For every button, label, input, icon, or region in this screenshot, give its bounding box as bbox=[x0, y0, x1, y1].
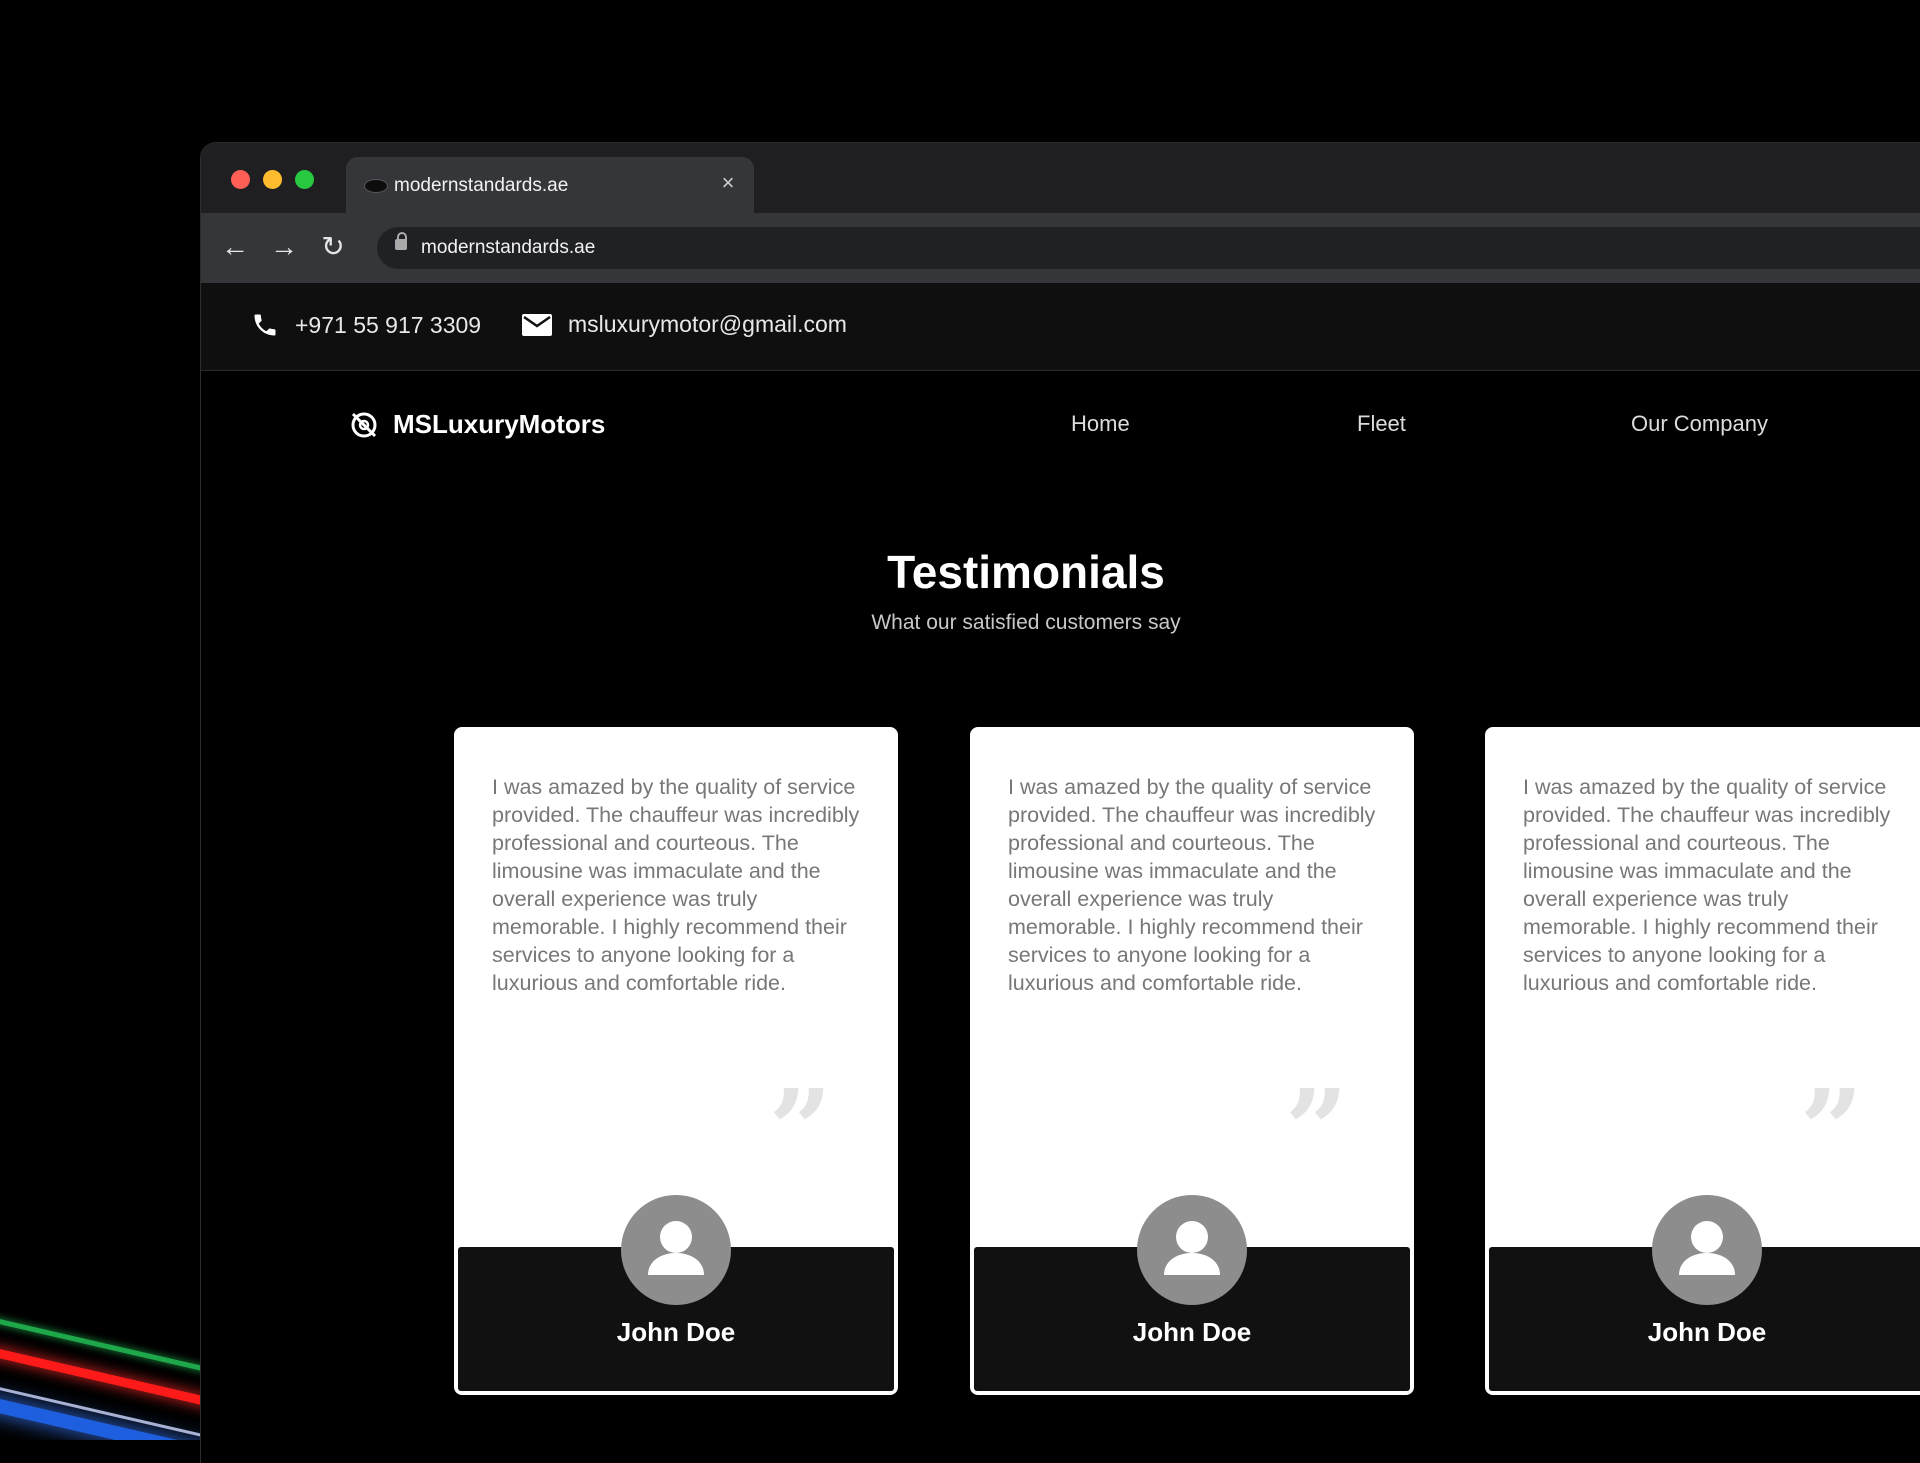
browser-toolbar: ← → ↻ modernstandards.ae bbox=[201, 213, 1920, 283]
quote-mark-icon: ” bbox=[1799, 1065, 1863, 1194]
quote-mark-icon: ” bbox=[768, 1065, 832, 1194]
web-page: +971 55 917 3309 msluxurymotor@gmail.com… bbox=[201, 283, 1920, 1463]
email-address: msluxurymotor@gmail.com bbox=[568, 311, 847, 337]
email-contact[interactable]: msluxurymotor@gmail.com bbox=[522, 311, 847, 338]
testimonial-card: I was amazed by the quality of service p… bbox=[970, 727, 1414, 1395]
user-avatar-icon bbox=[1137, 1195, 1247, 1305]
tab-close-icon[interactable]: × bbox=[716, 170, 740, 196]
testimonial-author: John Doe bbox=[1132, 1317, 1252, 1347]
reload-button[interactable]: ↻ bbox=[315, 229, 351, 265]
browser-tab[interactable]: modernstandards.ae × bbox=[346, 157, 754, 213]
url-text: modernstandards.ae bbox=[421, 237, 596, 258]
brand-name: MSLuxuryMotors bbox=[393, 409, 606, 439]
user-avatar-icon bbox=[1652, 1195, 1762, 1305]
section-subtitle: What our satisfied customers say bbox=[871, 611, 1181, 634]
green-streak bbox=[0, 1310, 210, 1378]
phone-contact[interactable]: +971 55 917 3309 bbox=[251, 311, 481, 339]
brand-logo-icon bbox=[351, 412, 377, 437]
phone-icon bbox=[254, 314, 276, 336]
testimonial-text: I was amazed by the quality of service p… bbox=[1523, 775, 1891, 995]
testimonial-card: I was amazed by the quality of service p… bbox=[454, 727, 898, 1395]
testimonial-author: John Doe bbox=[1647, 1317, 1767, 1347]
minimize-window-button[interactable] bbox=[263, 170, 282, 189]
mail-icon bbox=[522, 313, 552, 336]
phone-number: +971 55 917 3309 bbox=[295, 311, 482, 338]
window-controls bbox=[231, 170, 314, 189]
red-streak bbox=[0, 1340, 210, 1412]
tab-title: modernstandards.ae bbox=[394, 175, 569, 196]
brand-logo[interactable]: MSLuxuryMotors bbox=[349, 409, 605, 440]
site-navbar: MSLuxuryMotors Home Fleet Our Company bbox=[201, 371, 1920, 481]
tab-bar: modernstandards.ae × bbox=[201, 143, 1920, 213]
section-title: Testimonials bbox=[887, 546, 1165, 598]
close-window-button[interactable] bbox=[231, 170, 250, 189]
background-light-streaks bbox=[0, 1280, 210, 1440]
user-avatar-icon bbox=[621, 1195, 731, 1305]
testimonial-text: I was amazed by the quality of service p… bbox=[492, 775, 860, 995]
lock-icon bbox=[395, 232, 407, 250]
address-bar[interactable]: modernstandards.ae bbox=[377, 227, 1920, 269]
browser-window: modernstandards.ae × ← → ↻ modernstandar… bbox=[200, 142, 1920, 1463]
favicon-icon bbox=[364, 179, 388, 193]
testimonial-author: John Doe bbox=[616, 1317, 736, 1347]
nav-link-our-company[interactable]: Our Company bbox=[1631, 411, 1768, 437]
back-button[interactable]: ← bbox=[217, 229, 253, 265]
forward-button[interactable]: → bbox=[266, 229, 302, 265]
contact-bar: +971 55 917 3309 msluxurymotor@gmail.com bbox=[201, 283, 1920, 371]
testimonial-text: I was amazed by the quality of service p… bbox=[1008, 775, 1376, 995]
nav-link-home[interactable]: Home bbox=[1071, 411, 1130, 437]
zoom-window-button[interactable] bbox=[295, 170, 314, 189]
testimonial-card: I was amazed by the quality of service p… bbox=[1485, 727, 1920, 1395]
quote-mark-icon: ” bbox=[1284, 1065, 1348, 1194]
nav-link-fleet[interactable]: Fleet bbox=[1357, 411, 1406, 437]
